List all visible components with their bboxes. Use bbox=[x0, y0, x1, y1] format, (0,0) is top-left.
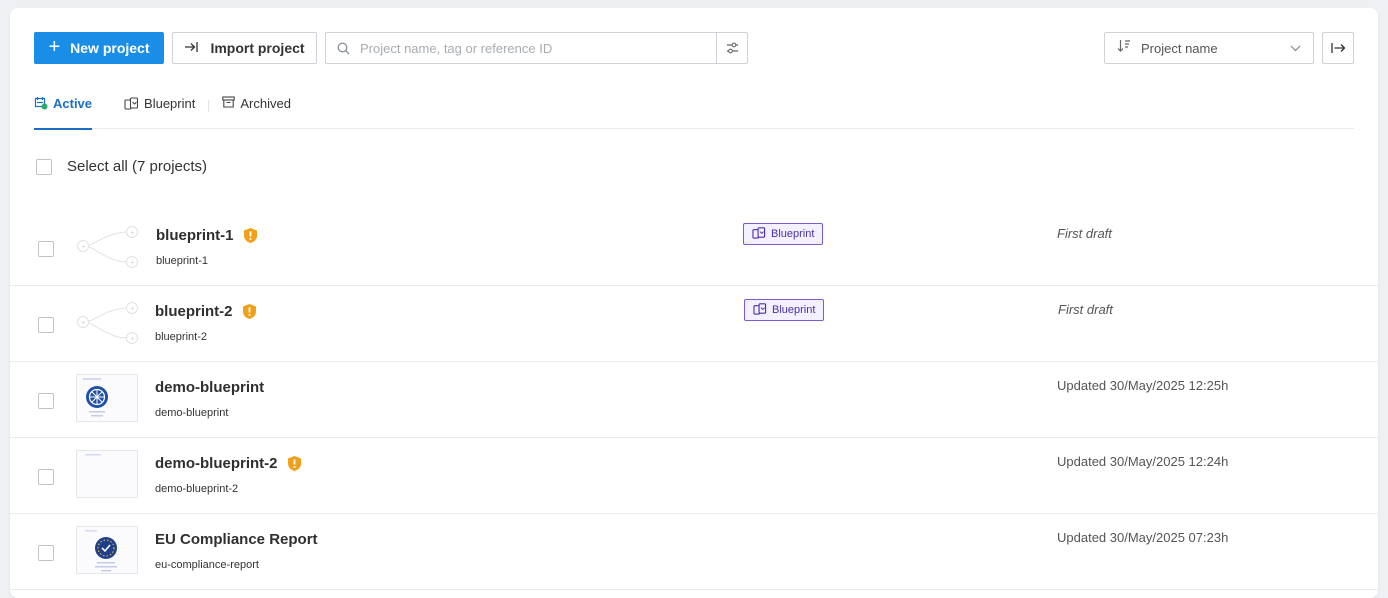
row-checkbox[interactable] bbox=[38, 469, 54, 485]
new-project-button[interactable]: + New project bbox=[34, 32, 164, 64]
project-slug: eu-compliance-report bbox=[155, 559, 259, 571]
project-row[interactable]: EU Compliance Report eu-compliance-repor… bbox=[10, 514, 1378, 590]
search-icon bbox=[326, 42, 360, 55]
project-list: + + + blueprint-1 blueprint-1 Blueprint … bbox=[10, 210, 1378, 590]
project-name[interactable]: blueprint-2 bbox=[155, 303, 257, 320]
svg-text:+: + bbox=[130, 260, 135, 267]
toolbar: + New project Import project Project nam… bbox=[34, 32, 1354, 64]
search-box bbox=[325, 32, 748, 64]
project-name-text: demo-blueprint bbox=[155, 379, 265, 396]
project-status: Updated 30/May/2025 07:23h bbox=[1057, 530, 1229, 545]
project-slug: demo-blueprint-2 bbox=[155, 483, 239, 495]
projects-panel: + New project Import project Project nam… bbox=[10, 8, 1378, 598]
tab-archived[interactable]: Archived bbox=[222, 90, 291, 129]
tab-blueprint-label: Blueprint bbox=[144, 96, 196, 111]
project-name[interactable]: demo-blueprint-2 bbox=[155, 455, 302, 472]
project-status: Updated 30/May/2025 12:25h bbox=[1057, 378, 1229, 393]
filter-button[interactable] bbox=[716, 33, 747, 63]
warning-shield-icon bbox=[242, 303, 257, 320]
import-project-label: Import project bbox=[210, 40, 305, 56]
active-projects-icon bbox=[34, 96, 48, 113]
project-name-text: EU Compliance Report bbox=[155, 531, 318, 548]
tab-active[interactable]: Active bbox=[34, 90, 93, 130]
select-all: Select all (7 projects) bbox=[36, 158, 207, 175]
project-status: First draft bbox=[1058, 302, 1113, 317]
new-project-label: New project bbox=[70, 40, 150, 56]
svg-text:+: + bbox=[81, 244, 86, 251]
badge-label: Blueprint bbox=[771, 228, 815, 240]
project-name-text: blueprint-2 bbox=[155, 303, 233, 320]
svg-text:+: + bbox=[130, 336, 135, 343]
project-row[interactable]: demo-blueprint demo-blueprint Updated 30… bbox=[10, 362, 1378, 438]
row-checkbox[interactable] bbox=[38, 393, 54, 409]
project-thumbnail bbox=[76, 374, 138, 422]
blueprint-badge: Blueprint bbox=[743, 223, 824, 245]
project-status: Updated 30/May/2025 12:24h bbox=[1057, 454, 1229, 469]
plus-icon: + bbox=[48, 36, 61, 58]
search-input[interactable] bbox=[360, 33, 716, 63]
project-slug: blueprint-2 bbox=[155, 331, 207, 343]
project-row[interactable]: demo-blueprint-2 demo-blueprint-2 Update… bbox=[10, 438, 1378, 514]
svg-text:+: + bbox=[81, 320, 86, 327]
chevron-down-icon bbox=[1290, 39, 1301, 57]
tab-active-label: Active bbox=[53, 96, 93, 111]
project-name[interactable]: demo-blueprint bbox=[155, 379, 264, 396]
project-name-text: blueprint-1 bbox=[156, 227, 234, 244]
tab-divider bbox=[208, 100, 210, 112]
project-name[interactable]: EU Compliance Report bbox=[155, 531, 318, 548]
svg-text:+: + bbox=[130, 306, 135, 313]
badge-label: Blueprint bbox=[772, 304, 816, 316]
warning-shield-icon bbox=[287, 455, 302, 472]
import-project-button[interactable]: Import project bbox=[172, 32, 317, 64]
row-checkbox[interactable] bbox=[38, 241, 54, 257]
row-checkbox[interactable] bbox=[38, 317, 54, 333]
sort-icon bbox=[1117, 39, 1131, 57]
row-checkbox[interactable] bbox=[38, 545, 54, 561]
archive-box-icon bbox=[222, 96, 236, 111]
project-thumbnail bbox=[76, 450, 138, 498]
blueprint-icon bbox=[752, 226, 766, 242]
project-slug: blueprint-1 bbox=[156, 255, 208, 267]
select-all-label: Select all (7 projects) bbox=[67, 158, 208, 175]
tab-blueprint[interactable]: Blueprint bbox=[124, 90, 195, 129]
project-thumbnail bbox=[76, 526, 138, 574]
filter-sliders-icon bbox=[726, 42, 738, 54]
project-status: First draft bbox=[1057, 226, 1112, 241]
project-name-text: demo-blueprint-2 bbox=[155, 455, 278, 472]
tab-archived-label: Archived bbox=[240, 96, 291, 111]
blueprint-badge: Blueprint bbox=[744, 299, 825, 321]
project-thumbnail: + + + bbox=[76, 298, 138, 346]
blueprint-icon bbox=[124, 96, 139, 113]
project-slug: demo-blueprint bbox=[155, 407, 229, 419]
project-tabs: Active Blueprint Archived bbox=[34, 90, 1354, 130]
select-all-checkbox[interactable] bbox=[36, 158, 52, 175]
sort-label: Project name bbox=[1141, 40, 1218, 56]
svg-text:+: + bbox=[130, 230, 135, 237]
project-row[interactable]: + + + blueprint-2 blueprint-2 Blueprint … bbox=[10, 286, 1378, 362]
blueprint-icon bbox=[753, 302, 767, 318]
project-name[interactable]: blueprint-1 bbox=[156, 227, 258, 244]
warning-shield-icon bbox=[243, 227, 258, 244]
sort-select[interactable]: Project name bbox=[1104, 32, 1314, 64]
import-arrow-icon bbox=[184, 40, 199, 56]
project-row[interactable]: + + + blueprint-1 blueprint-1 Blueprint … bbox=[10, 210, 1378, 286]
collapse-panel-icon bbox=[1330, 43, 1345, 53]
collapse-panel-button[interactable] bbox=[1322, 32, 1354, 64]
project-thumbnail: + + + bbox=[76, 222, 138, 270]
